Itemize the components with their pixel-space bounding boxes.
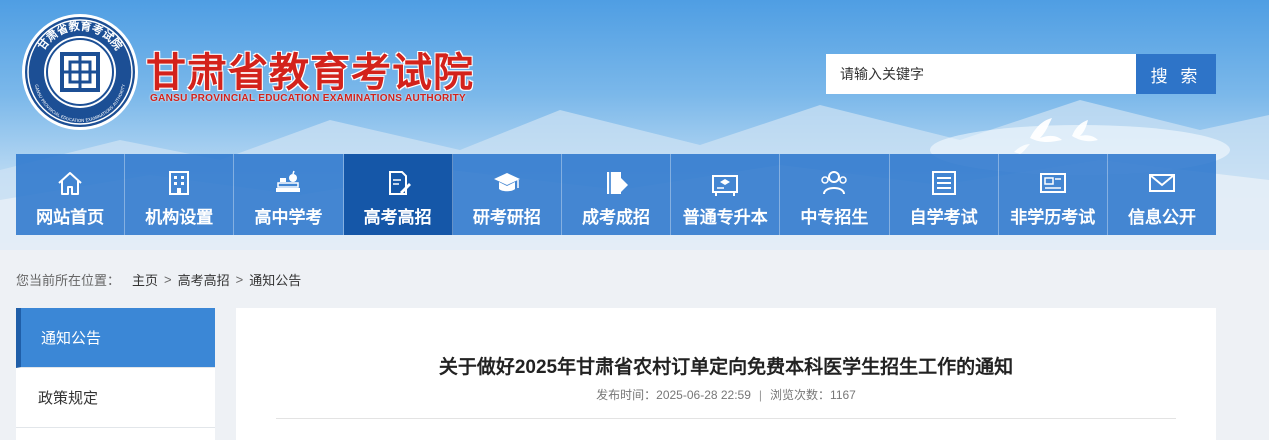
mail-icon xyxy=(1147,168,1177,198)
breadcrumb-prefix: 您当前所在位置： xyxy=(16,272,121,288)
search-input[interactable] xyxy=(826,54,1136,94)
nav-label: 机构设置 xyxy=(145,208,214,227)
nav-item-self-study[interactable]: 自学考试 xyxy=(890,154,999,235)
nav-label: 中专招生 xyxy=(800,208,869,227)
nav-label: 成考成招 xyxy=(582,208,651,227)
building-icon xyxy=(164,168,194,198)
nav-item-vocational[interactable]: 中专招生 xyxy=(780,154,890,235)
nav-label: 普通专升本 xyxy=(682,208,768,227)
nav-label: 非学历考试 xyxy=(1010,208,1096,227)
nav-item-high-school-exam[interactable]: 高中学考 xyxy=(234,154,344,235)
nav-item-upgrade[interactable]: 普通专升本 xyxy=(671,154,781,235)
sidebar: 通知公告 政策规定 xyxy=(16,308,215,440)
authority-seal-logo: 甘肃省教育考试院 GANSU PROVINCIAL EDUCATION EXAM… xyxy=(22,14,138,130)
board-cap-icon xyxy=(710,168,740,198)
nav-item-gaokao[interactable]: 高考高招 xyxy=(343,154,453,235)
search-button[interactable]: 搜 索 xyxy=(1136,54,1216,94)
graduation-cap-icon xyxy=(492,168,522,198)
breadcrumb-notices[interactable]: 通知公告 xyxy=(249,270,301,289)
list-icon xyxy=(929,168,959,198)
nav-item-organization[interactable]: 机构设置 xyxy=(125,154,235,235)
sidebar-item-notices[interactable]: 通知公告 xyxy=(16,308,215,368)
breadcrumb-gaokao[interactable]: 高考高招 xyxy=(178,270,230,289)
breadcrumb-separator: > xyxy=(164,271,172,287)
nav-item-non-degree[interactable]: 非学历考试 xyxy=(999,154,1108,235)
publish-label: 发布时间： xyxy=(596,388,657,402)
home-icon xyxy=(55,168,85,198)
nav-label: 高考高招 xyxy=(363,208,432,227)
site-title: 甘肃省教育考试院 xyxy=(146,49,474,96)
views-count: 1167 xyxy=(830,388,856,402)
doves-decoration xyxy=(1014,118,1098,154)
publish-time: 2025-06-28 22:59 xyxy=(656,388,751,402)
main-nav: 网站首页 机构设置 高中学考 高考高招 研考研招 成考成招 普通专升本 中专招生… xyxy=(16,154,1216,235)
article-panel: 关于做好2025年甘肃省农村订单定向免费本科医学生招生工作的通知 发布时间：20… xyxy=(236,308,1216,440)
meta-separator: | xyxy=(758,388,763,402)
nav-label: 信息公开 xyxy=(1127,208,1196,227)
nav-label: 研考研招 xyxy=(472,208,541,227)
users-icon xyxy=(819,168,849,198)
nav-label: 自学考试 xyxy=(909,208,978,227)
sidebar-item-policies[interactable]: 政策规定 xyxy=(16,368,215,428)
divider xyxy=(276,418,1176,419)
book-icon xyxy=(601,168,631,198)
nav-item-adult-exam[interactable]: 成考成招 xyxy=(562,154,672,235)
breadcrumb-home[interactable]: 主页 xyxy=(132,270,158,289)
breadcrumb: 您当前所在位置： 主页 > 高考高招 > 通知公告 xyxy=(16,270,301,288)
nav-item-info-disclosure[interactable]: 信息公开 xyxy=(1108,154,1216,235)
site-subtitle: GANSU PROVINCIAL EDUCATION EXAMINATIONS … xyxy=(150,93,467,104)
document-pen-icon xyxy=(383,168,413,198)
nav-label: 高中学考 xyxy=(254,208,323,227)
nav-label: 网站首页 xyxy=(36,208,105,227)
breadcrumb-separator: > xyxy=(235,271,244,287)
nav-item-home[interactable]: 网站首页 xyxy=(16,154,126,235)
views-label: 浏览次数： xyxy=(770,388,831,402)
nav-item-postgrad[interactable]: 研考研招 xyxy=(453,154,562,235)
books-apple-icon xyxy=(273,168,303,198)
id-card-icon xyxy=(1038,168,1068,198)
article-meta: 发布时间：2025-06-28 22:59 | 浏览次数：1167 xyxy=(236,386,1216,403)
article-title: 关于做好2025年甘肃省农村订单定向免费本科医学生招生工作的通知 xyxy=(438,357,1014,378)
